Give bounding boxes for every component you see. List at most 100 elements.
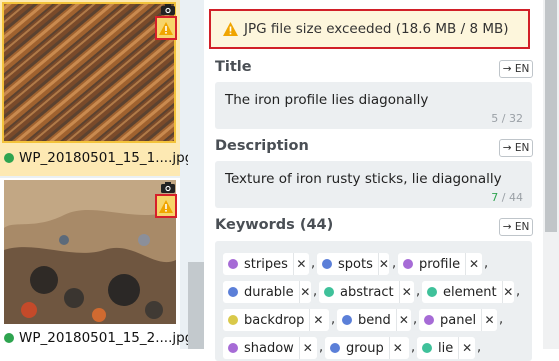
keyword-color-dot bbox=[228, 343, 238, 353]
keyword-label: backdrop bbox=[244, 312, 305, 328]
title-heading: Title bbox=[215, 59, 252, 75]
title-field[interactable]: The iron profile lies diagonally 5 / 32 bbox=[215, 82, 532, 129]
thumbnail-card[interactable]: WP_20180501_15_2....jpg bbox=[0, 178, 193, 349]
warning-icon bbox=[159, 21, 173, 35]
description-value: Texture of iron rusty sticks, lie diagon… bbox=[225, 171, 502, 187]
keyword-color-dot bbox=[422, 343, 432, 353]
status-dot bbox=[4, 333, 14, 343]
keyword-separator: , bbox=[392, 256, 397, 271]
keyword-separator: , bbox=[319, 340, 324, 355]
keyword-row: backdrop ✕ , bend ✕ , panel ✕ , bbox=[215, 309, 532, 331]
keyword-chip[interactable]: element ✕ bbox=[422, 281, 514, 303]
keyword-separator: , bbox=[413, 312, 418, 327]
keyword-chip[interactable]: durable ✕ bbox=[223, 281, 311, 303]
keyword-color-dot bbox=[342, 315, 352, 325]
details-panel: JPG file size exceeded (18.6 MB / 8 MB) … bbox=[204, 0, 543, 361]
thumbnail-scrollbar-thumb[interactable] bbox=[188, 262, 204, 349]
keyword-separator: , bbox=[416, 284, 421, 299]
keyword-chip[interactable]: spots ✕ bbox=[317, 253, 389, 275]
remove-keyword-icon[interactable]: ✕ bbox=[465, 253, 482, 275]
description-translate-button[interactable]: → EN bbox=[499, 139, 533, 157]
keyword-row: stripes ✕ , spots ✕ , profile ✕ , bbox=[215, 253, 532, 275]
keyword-chip[interactable]: profile ✕ bbox=[398, 253, 482, 275]
remove-keyword-icon[interactable]: ✕ bbox=[395, 309, 411, 331]
warning-badge[interactable] bbox=[155, 194, 177, 218]
description-heading: Description bbox=[215, 138, 309, 154]
remove-keyword-icon[interactable]: ✕ bbox=[292, 253, 309, 275]
keyword-label: durable bbox=[244, 284, 294, 300]
keyword-color-dot bbox=[322, 259, 332, 269]
title-value: The iron profile lies diagonally bbox=[225, 92, 429, 108]
keyword-color-dot bbox=[324, 287, 334, 297]
keyword-label: group bbox=[346, 340, 384, 356]
keyword-chip[interactable]: bend ✕ bbox=[337, 309, 411, 331]
details-scrollbar-thumb[interactable] bbox=[545, 0, 557, 232]
remove-keyword-icon[interactable]: ✕ bbox=[377, 253, 389, 275]
thumbnail-caption: WP_20180501_15_2....jpg bbox=[4, 330, 193, 346]
keywords-field[interactable]: stripes ✕ , spots ✕ , profile ✕ , durabl… bbox=[215, 241, 532, 361]
keyword-separator: , bbox=[311, 256, 316, 271]
keyword-separator: , bbox=[499, 312, 504, 327]
keyword-color-dot bbox=[228, 259, 238, 269]
keyword-label: bend bbox=[358, 312, 391, 328]
title-char-count: 5 / 32 bbox=[491, 112, 523, 125]
keywords-translate-button[interactable]: → EN bbox=[499, 218, 533, 236]
remove-keyword-icon[interactable]: ✕ bbox=[481, 309, 497, 331]
description-count-rest: / 44 bbox=[498, 191, 523, 204]
keyword-label: element bbox=[443, 284, 497, 300]
keyword-label: lie bbox=[438, 340, 454, 356]
keyword-color-dot bbox=[228, 315, 238, 325]
keyword-separator: , bbox=[411, 340, 416, 355]
keyword-label: spots bbox=[338, 256, 373, 272]
keyword-chip[interactable]: abstract ✕ bbox=[319, 281, 414, 303]
remove-keyword-icon[interactable]: ✕ bbox=[398, 281, 414, 303]
warning-icon bbox=[159, 199, 173, 213]
camera-icon bbox=[161, 182, 175, 193]
keyword-label: profile bbox=[419, 256, 461, 272]
title-translate-button[interactable]: → EN bbox=[499, 60, 533, 78]
keyword-chip[interactable]: shadow ✕ bbox=[223, 337, 317, 359]
keyword-row: durable ✕ , abstract ✕ , element ✕ , bbox=[215, 281, 532, 303]
status-dot bbox=[4, 153, 14, 163]
keyword-color-dot bbox=[403, 259, 413, 269]
keyword-color-dot bbox=[228, 287, 238, 297]
thumbnail-image[interactable] bbox=[4, 180, 176, 324]
keyword-separator: , bbox=[484, 256, 489, 271]
thumbnail-list: WP_20180501_15_1....jpg WP_20180501_15_2… bbox=[0, 0, 204, 349]
keyword-color-dot bbox=[330, 343, 340, 353]
remove-keyword-icon[interactable]: ✕ bbox=[458, 337, 475, 359]
keyword-label: panel bbox=[440, 312, 477, 328]
keyword-separator: , bbox=[313, 284, 318, 299]
keyword-chip[interactable]: panel ✕ bbox=[419, 309, 497, 331]
description-char-count: 7 / 44 bbox=[491, 191, 523, 204]
thumbnail-filename: WP_20180501_15_1....jpg bbox=[19, 150, 194, 166]
thumbnail-filename: WP_20180501_15_2....jpg bbox=[19, 330, 194, 346]
keyword-color-dot bbox=[427, 287, 437, 297]
keyword-chip[interactable]: stripes ✕ bbox=[223, 253, 309, 275]
remove-keyword-icon[interactable]: ✕ bbox=[298, 281, 311, 303]
keyword-separator: , bbox=[516, 284, 521, 299]
camera-icon bbox=[161, 4, 175, 15]
keyword-label: stripes bbox=[244, 256, 288, 272]
file-size-alert: JPG file size exceeded (18.6 MB / 8 MB) bbox=[209, 9, 530, 49]
thumbnail-card[interactable]: WP_20180501_15_1....jpg bbox=[0, 0, 193, 176]
keyword-chip[interactable]: group ✕ bbox=[325, 337, 409, 359]
thumbnail-image[interactable] bbox=[2, 2, 176, 143]
alert-text: JPG file size exceeded (18.6 MB / 8 MB) bbox=[244, 21, 509, 37]
keyword-color-dot bbox=[424, 315, 434, 325]
remove-keyword-icon[interactable]: ✕ bbox=[298, 337, 316, 359]
keyword-separator: , bbox=[477, 340, 482, 355]
remove-keyword-icon[interactable]: ✕ bbox=[388, 337, 406, 359]
remove-keyword-icon[interactable]: ✕ bbox=[309, 309, 326, 331]
keyword-chip[interactable]: lie ✕ bbox=[417, 337, 475, 359]
keyword-label: abstract bbox=[340, 284, 394, 300]
keyword-row: shadow ✕ , group ✕ , lie ✕ , bbox=[215, 337, 532, 359]
warning-badge[interactable] bbox=[155, 16, 177, 40]
keywords-heading: Keywords (44) bbox=[215, 217, 334, 233]
keyword-chip[interactable]: backdrop ✕ bbox=[223, 309, 329, 331]
keyword-separator: , bbox=[331, 312, 336, 327]
thumbnail-caption: WP_20180501_15_1....jpg bbox=[4, 150, 193, 166]
remove-keyword-icon[interactable]: ✕ bbox=[501, 281, 514, 303]
description-field[interactable]: Texture of iron rusty sticks, lie diagon… bbox=[215, 161, 532, 208]
details-scrollbar-track[interactable] bbox=[543, 0, 559, 349]
